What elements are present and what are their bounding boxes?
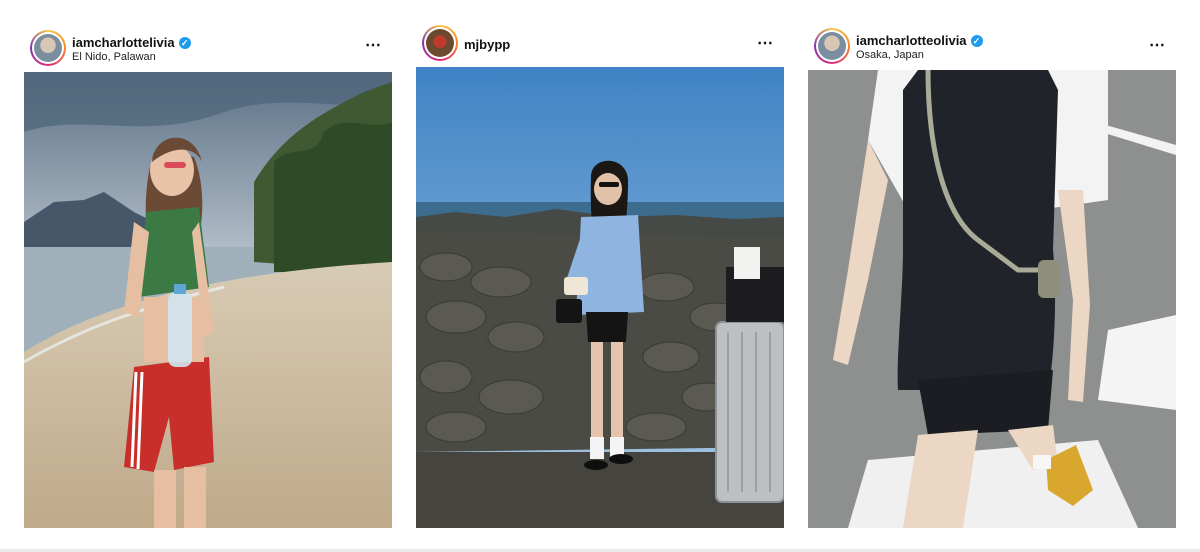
avatar[interactable] [814,28,850,64]
post-photo[interactable] [416,67,784,528]
verified-badge-icon: ✓ [970,35,983,47]
post-card-1: iamcharlottelivia ✓ El Nido, Palawan ⋯ [24,24,392,528]
post-photo[interactable] [24,72,392,528]
beach-photo-icon [24,72,392,528]
post-header: mjbypp ⋯ [416,20,784,64]
more-options-icon[interactable]: ⋯ [757,33,774,53]
verified-badge-icon: ✓ [178,37,191,49]
street-crosswalk-photo-icon [808,70,1176,528]
username[interactable]: iamcharlotteolivia ✓ [856,33,983,48]
post-card-3: iamcharlotteolivia ✓ Osaka, Japan ⋯ [808,24,1176,528]
post-photo[interactable] [808,70,1176,528]
post-card-2: mjbypp ⋯ [416,20,784,528]
avatar[interactable] [30,30,66,66]
location-link[interactable]: Osaka, Japan [856,49,924,61]
post-header: iamcharlotteolivia ✓ Osaka, Japan ⋯ [808,24,1176,68]
post-header: iamcharlottelivia ✓ El Nido, Palawan ⋯ [24,24,392,68]
username[interactable]: mjbypp [464,37,510,52]
seaside-rocks-photo-icon [416,67,784,528]
location-link[interactable]: El Nido, Palawan [72,51,156,63]
more-options-icon[interactable]: ⋯ [1149,35,1166,55]
avatar[interactable] [422,25,458,61]
more-options-icon[interactable]: ⋯ [365,35,382,55]
username[interactable]: iamcharlottelivia ✓ [72,35,191,50]
